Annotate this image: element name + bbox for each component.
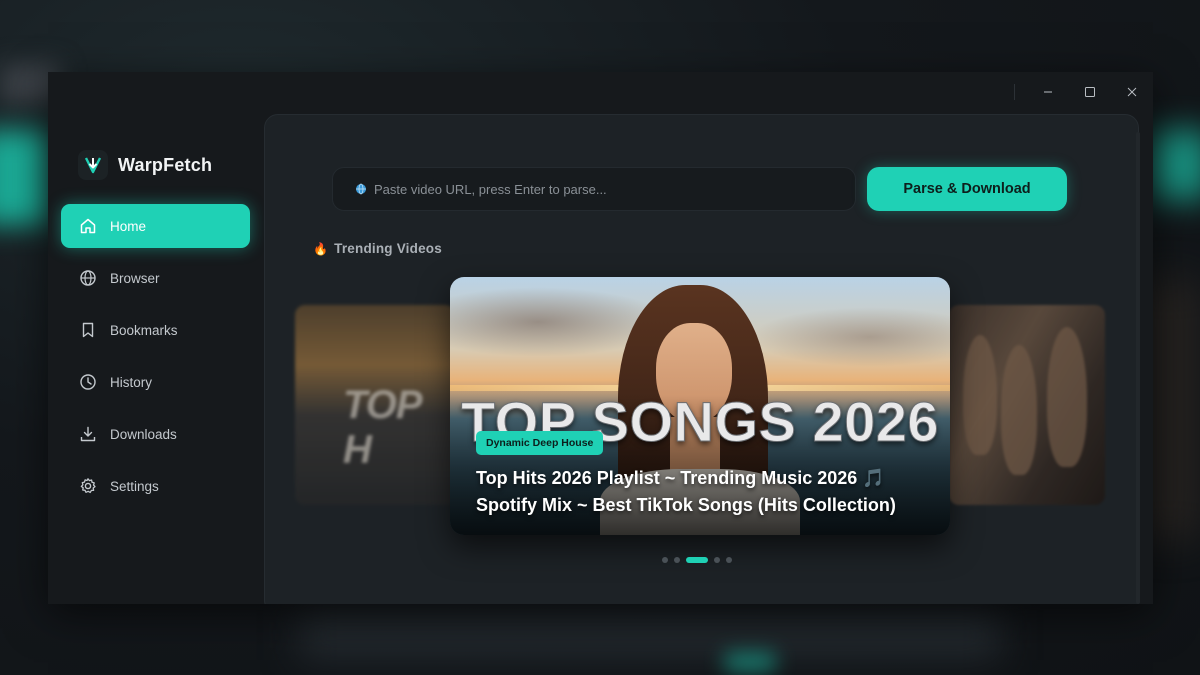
sidebar-item-home[interactable]: Home bbox=[61, 204, 250, 248]
sidebar-item-history[interactable]: History bbox=[61, 360, 250, 404]
download-icon bbox=[79, 425, 97, 443]
scrollbar[interactable] bbox=[1136, 132, 1140, 604]
fire-icon: 🔥 bbox=[313, 241, 329, 256]
warpfetch-logo-icon bbox=[78, 150, 108, 180]
minimize-button[interactable] bbox=[1027, 72, 1069, 112]
video-title: Top Hits 2026 Playlist ~ Trending Music … bbox=[476, 468, 896, 515]
sidebar-item-bookmarks[interactable]: Bookmarks bbox=[61, 308, 250, 352]
sidebar-item-label: Bookmarks bbox=[110, 322, 178, 338]
gear-icon bbox=[79, 477, 97, 495]
carousel-dot[interactable] bbox=[726, 557, 732, 563]
window-controls bbox=[1014, 72, 1153, 112]
url-search-field[interactable] bbox=[332, 167, 856, 211]
sidebar-item-label: Browser bbox=[110, 270, 160, 286]
app-logo: WarpFetch bbox=[78, 150, 212, 180]
sidebar-item-downloads[interactable]: Downloads bbox=[61, 412, 250, 456]
globe-icon bbox=[355, 183, 367, 195]
maximize-button[interactable] bbox=[1069, 72, 1111, 112]
sidebar-item-label: Downloads bbox=[110, 426, 177, 442]
carousel-card-previous[interactable]: TOP H bbox=[295, 305, 455, 505]
clock-icon bbox=[79, 373, 97, 391]
main-panel: Parse & Download 🔥 Trending Videos TOP H… bbox=[264, 114, 1139, 604]
featured-video-card[interactable]: TOP SONGS 2026 Dynamic Deep House Top Hi… bbox=[450, 277, 950, 535]
sidebar-item-settings[interactable]: Settings bbox=[61, 464, 250, 508]
sidebar-nav: Home Browser Bookmarks History Downloads bbox=[61, 204, 250, 516]
previous-card-thumbnail-text: TOP H bbox=[343, 383, 421, 472]
globe-icon bbox=[79, 269, 97, 287]
carousel-dot-active[interactable] bbox=[686, 557, 708, 563]
sidebar-item-label: Home bbox=[110, 218, 147, 234]
parse-download-button[interactable]: Parse & Download bbox=[867, 167, 1067, 211]
app-name: WarpFetch bbox=[118, 154, 213, 175]
close-button[interactable] bbox=[1111, 72, 1153, 112]
home-icon bbox=[79, 217, 97, 235]
sidebar-item-browser[interactable]: Browser bbox=[61, 256, 250, 300]
carousel-card-next[interactable] bbox=[949, 305, 1105, 505]
bookmark-icon bbox=[79, 321, 97, 339]
url-input[interactable] bbox=[374, 181, 834, 197]
video-tag-badge: Dynamic Deep House bbox=[476, 431, 604, 455]
sidebar-item-label: Settings bbox=[110, 478, 159, 494]
titlebar-divider bbox=[1014, 84, 1015, 100]
app-window: WarpFetch Home Browser Bookmarks History bbox=[48, 72, 1153, 604]
carousel-dot[interactable] bbox=[714, 557, 720, 563]
trending-title: Trending Videos bbox=[334, 241, 442, 256]
carousel-pagination bbox=[662, 557, 738, 563]
section-title: 🔥 Trending Videos bbox=[313, 241, 442, 256]
carousel-dot[interactable] bbox=[662, 557, 668, 563]
carousel-dot[interactable] bbox=[674, 557, 680, 563]
sidebar-item-label: History bbox=[110, 374, 153, 390]
